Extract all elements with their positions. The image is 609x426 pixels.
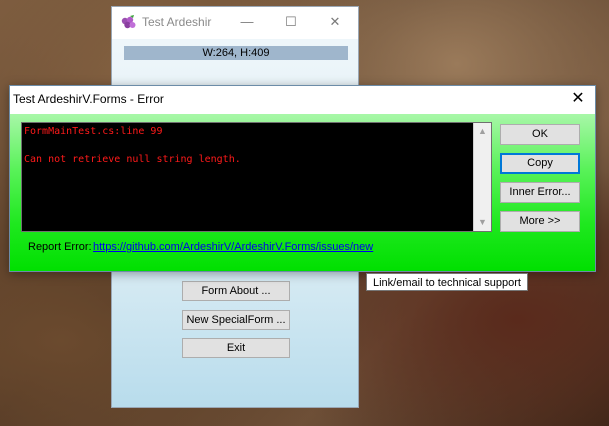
size-label: W:264, H:409	[124, 46, 348, 60]
error-dialog-titlebar[interactable]: Test ArdeshirV.Forms - Error ✕	[10, 86, 595, 114]
more-button[interactable]: More >>	[500, 211, 580, 232]
scroll-down-icon[interactable]: ▼	[474, 214, 491, 231]
error-line-1: FormMainTest.cs:line 99	[24, 126, 163, 137]
ok-button[interactable]: OK	[500, 124, 580, 145]
exit-button[interactable]: Exit	[182, 338, 290, 358]
error-line-2	[24, 139, 241, 153]
vertical-scrollbar[interactable]: ▲ ▼	[473, 123, 491, 231]
grapes-app-icon	[121, 15, 136, 29]
report-error-link[interactable]: https://github.com/ArdeshirV/ArdeshirV.F…	[93, 241, 373, 253]
error-message-text: FormMainTest.cs:line 99 Can not retrieve…	[24, 125, 241, 167]
scroll-up-icon[interactable]: ▲	[474, 123, 491, 140]
main-close-button[interactable]: ✕	[312, 7, 358, 37]
main-window-title: Test Ardeshir	[142, 15, 212, 29]
new-special-form-button[interactable]: New SpecialForm ...	[182, 310, 290, 330]
error-dialog-title: Test ArdeshirV.Forms - Error	[13, 92, 164, 106]
copy-button[interactable]: Copy	[500, 153, 580, 174]
minimize-button[interactable]: —	[224, 7, 270, 37]
form-about-button[interactable]: Form About ...	[182, 281, 290, 301]
error-close-button[interactable]: ✕	[567, 88, 589, 110]
error-dialog: Test ArdeshirV.Forms - Error ✕ FormMainT…	[9, 85, 596, 272]
main-window-titlebar[interactable]: Test Ardeshir — ☐ ✕	[112, 7, 358, 39]
error-message-box[interactable]: FormMainTest.cs:line 99 Can not retrieve…	[21, 122, 492, 232]
maximize-button[interactable]: ☐	[268, 7, 314, 37]
error-dialog-body: FormMainTest.cs:line 99 Can not retrieve…	[10, 114, 595, 271]
tooltip: Link/email to technical support	[366, 273, 528, 291]
error-line-3: Can not retrieve null string length.	[24, 154, 241, 165]
inner-error-button[interactable]: Inner Error...	[500, 182, 580, 203]
report-error-label: Report Error:	[28, 241, 92, 253]
